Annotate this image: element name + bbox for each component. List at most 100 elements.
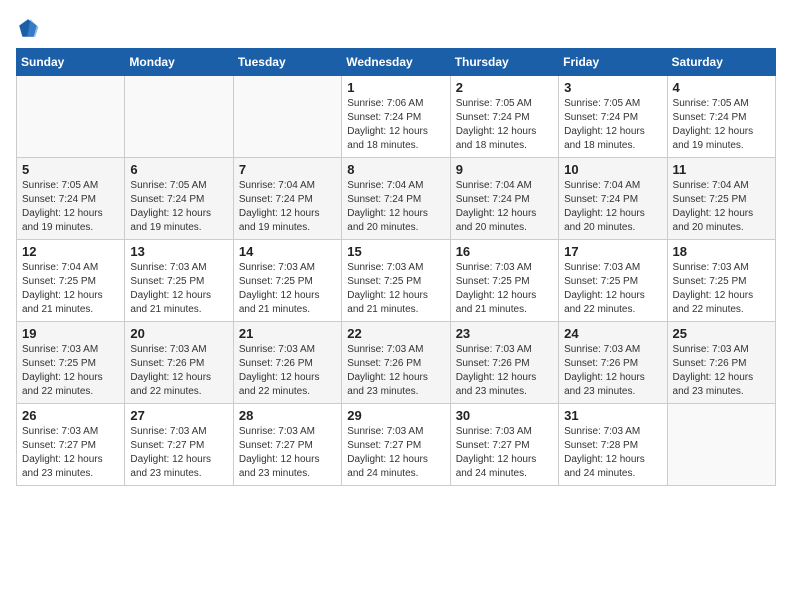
- day-number: 16: [456, 244, 553, 259]
- day-number: 12: [22, 244, 119, 259]
- day-info: Sunrise: 7:03 AM Sunset: 7:25 PM Dayligh…: [130, 261, 227, 317]
- day-number: 9: [456, 162, 553, 177]
- calendar-cell: 12Sunrise: 7:04 AM Sunset: 7:25 PM Dayli…: [17, 240, 125, 322]
- calendar-cell: 26Sunrise: 7:03 AM Sunset: 7:27 PM Dayli…: [17, 404, 125, 486]
- day-number: 22: [347, 326, 444, 341]
- day-info: Sunrise: 7:06 AM Sunset: 7:24 PM Dayligh…: [347, 97, 444, 153]
- day-info: Sunrise: 7:03 AM Sunset: 7:25 PM Dayligh…: [239, 261, 336, 317]
- day-number: 11: [673, 162, 770, 177]
- weekday-header: Wednesday: [342, 49, 450, 76]
- weekday-header: Tuesday: [233, 49, 341, 76]
- calendar-cell: 9 Sunrise: 7:04 AM Sunset: 7:24 PM Daylig…: [450, 158, 558, 240]
- day-info: Sunrise: 7:05 AM Sunset: 7:24 PM Dayligh…: [564, 97, 661, 153]
- day-info: Sunrise: 7:03 AM Sunset: 7:26 PM Dayligh…: [564, 343, 661, 399]
- calendar-cell: 25 Sunrise: 7:03 AM Sunset: 7:26 PM Dayli…: [667, 322, 775, 404]
- calendar-cell: 6 Sunrise: 7:05 AM Sunset: 7:24 PM Daylig…: [125, 158, 233, 240]
- day-number: 25: [673, 326, 770, 341]
- calendar-week-row: 1 Sunrise: 7:06 AM Sunset: 7:24 PM Daylig…: [17, 76, 776, 158]
- calendar-cell: 8Sunrise: 7:04 AM Sunset: 7:24 PM Daylig…: [342, 158, 450, 240]
- day-info: Sunrise: 7:04 AM Sunset: 7:24 PM Dayligh…: [239, 179, 336, 235]
- day-info: Sunrise: 7:05 AM Sunset: 7:24 PM Dayligh…: [22, 179, 119, 235]
- day-number: 21: [239, 326, 336, 341]
- calendar-cell: 29 Sunrise: 7:03 AM Sunset: 7:27 PM Dayli…: [342, 404, 450, 486]
- calendar-cell: 7 Sunrise: 7:04 AM Sunset: 7:24 PM Daylig…: [233, 158, 341, 240]
- day-info: Sunrise: 7:05 AM Sunset: 7:24 PM Dayligh…: [673, 97, 770, 153]
- calendar-cell: 14 Sunrise: 7:03 AM Sunset: 7:25 PM Dayli…: [233, 240, 341, 322]
- day-number: 31: [564, 408, 661, 423]
- day-info: Sunrise: 7:03 AM Sunset: 7:26 PM Dayligh…: [456, 343, 553, 399]
- day-info: Sunrise: 7:04 AM Sunset: 7:24 PM Dayligh…: [456, 179, 553, 235]
- calendar-week-row: 19Sunrise: 7:03 AM Sunset: 7:25 PM Dayli…: [17, 322, 776, 404]
- day-info: Sunrise: 7:04 AM Sunset: 7:24 PM Dayligh…: [347, 179, 444, 235]
- calendar-cell: 4 Sunrise: 7:05 AM Sunset: 7:24 PM Daylig…: [667, 76, 775, 158]
- day-info: Sunrise: 7:03 AM Sunset: 7:25 PM Dayligh…: [347, 261, 444, 317]
- day-number: 14: [239, 244, 336, 259]
- day-info: Sunrise: 7:03 AM Sunset: 7:28 PM Dayligh…: [564, 425, 661, 481]
- calendar-week-row: 26Sunrise: 7:03 AM Sunset: 7:27 PM Dayli…: [17, 404, 776, 486]
- day-info: Sunrise: 7:03 AM Sunset: 7:26 PM Dayligh…: [239, 343, 336, 399]
- weekday-header: Sunday: [17, 49, 125, 76]
- day-info: Sunrise: 7:03 AM Sunset: 7:26 PM Dayligh…: [673, 343, 770, 399]
- day-number: 17: [564, 244, 661, 259]
- calendar-cell: 17Sunrise: 7:03 AM Sunset: 7:25 PM Dayli…: [559, 240, 667, 322]
- day-number: 15: [347, 244, 444, 259]
- day-number: 24: [564, 326, 661, 341]
- calendar-cell: 30 Sunrise: 7:03 AM Sunset: 7:27 PM Dayli…: [450, 404, 558, 486]
- day-number: 13: [130, 244, 227, 259]
- day-number: 27: [130, 408, 227, 423]
- day-number: 1: [347, 80, 444, 95]
- day-info: Sunrise: 7:03 AM Sunset: 7:26 PM Dayligh…: [347, 343, 444, 399]
- day-number: 3: [564, 80, 661, 95]
- weekday-header: Thursday: [450, 49, 558, 76]
- day-info: Sunrise: 7:03 AM Sunset: 7:27 PM Dayligh…: [347, 425, 444, 481]
- calendar-cell: 11 Sunrise: 7:04 AM Sunset: 7:25 PM Dayli…: [667, 158, 775, 240]
- day-number: 7: [239, 162, 336, 177]
- logo: [16, 16, 44, 40]
- day-info: Sunrise: 7:03 AM Sunset: 7:26 PM Dayligh…: [130, 343, 227, 399]
- day-info: Sunrise: 7:03 AM Sunset: 7:27 PM Dayligh…: [239, 425, 336, 481]
- day-number: 10: [564, 162, 661, 177]
- weekday-header-row: SundayMondayTuesdayWednesdayThursdayFrid…: [17, 49, 776, 76]
- calendar-cell: 13 Sunrise: 7:03 AM Sunset: 7:25 PM Dayli…: [125, 240, 233, 322]
- day-number: 29: [347, 408, 444, 423]
- calendar-cell: 3 Sunrise: 7:05 AM Sunset: 7:24 PM Daylig…: [559, 76, 667, 158]
- calendar-cell: [17, 76, 125, 158]
- calendar-cell: [125, 76, 233, 158]
- calendar-cell: 1 Sunrise: 7:06 AM Sunset: 7:24 PM Daylig…: [342, 76, 450, 158]
- calendar-cell: 10 Sunrise: 7:04 AM Sunset: 7:24 PM Dayli…: [559, 158, 667, 240]
- calendar-cell: 31 Sunrise: 7:03 AM Sunset: 7:28 PM Dayli…: [559, 404, 667, 486]
- calendar-cell: 5Sunrise: 7:05 AM Sunset: 7:24 PM Daylig…: [17, 158, 125, 240]
- day-info: Sunrise: 7:03 AM Sunset: 7:25 PM Dayligh…: [22, 343, 119, 399]
- calendar-cell: 2 Sunrise: 7:05 AM Sunset: 7:24 PM Daylig…: [450, 76, 558, 158]
- day-number: 4: [673, 80, 770, 95]
- day-number: 2: [456, 80, 553, 95]
- logo-icon: [16, 16, 40, 40]
- calendar-cell: 27 Sunrise: 7:03 AM Sunset: 7:27 PM Dayli…: [125, 404, 233, 486]
- day-number: 18: [673, 244, 770, 259]
- day-info: Sunrise: 7:03 AM Sunset: 7:27 PM Dayligh…: [130, 425, 227, 481]
- day-info: Sunrise: 7:05 AM Sunset: 7:24 PM Dayligh…: [130, 179, 227, 235]
- calendar-cell: 20 Sunrise: 7:03 AM Sunset: 7:26 PM Dayli…: [125, 322, 233, 404]
- day-info: Sunrise: 7:04 AM Sunset: 7:24 PM Dayligh…: [564, 179, 661, 235]
- day-info: Sunrise: 7:03 AM Sunset: 7:25 PM Dayligh…: [673, 261, 770, 317]
- day-info: Sunrise: 7:03 AM Sunset: 7:27 PM Dayligh…: [456, 425, 553, 481]
- calendar-cell: 24 Sunrise: 7:03 AM Sunset: 7:26 PM Dayli…: [559, 322, 667, 404]
- calendar-cell: 18 Sunrise: 7:03 AM Sunset: 7:25 PM Dayli…: [667, 240, 775, 322]
- day-number: 20: [130, 326, 227, 341]
- day-number: 23: [456, 326, 553, 341]
- day-info: Sunrise: 7:04 AM Sunset: 7:25 PM Dayligh…: [673, 179, 770, 235]
- day-number: 6: [130, 162, 227, 177]
- calendar-week-row: 12Sunrise: 7:04 AM Sunset: 7:25 PM Dayli…: [17, 240, 776, 322]
- calendar-cell: [233, 76, 341, 158]
- day-info: Sunrise: 7:05 AM Sunset: 7:24 PM Dayligh…: [456, 97, 553, 153]
- day-number: 30: [456, 408, 553, 423]
- calendar-cell: 19Sunrise: 7:03 AM Sunset: 7:25 PM Dayli…: [17, 322, 125, 404]
- day-info: Sunrise: 7:03 AM Sunset: 7:25 PM Dayligh…: [456, 261, 553, 317]
- calendar-cell: 21 Sunrise: 7:03 AM Sunset: 7:26 PM Dayli…: [233, 322, 341, 404]
- calendar-cell: 16 Sunrise: 7:03 AM Sunset: 7:25 PM Dayli…: [450, 240, 558, 322]
- calendar-week-row: 5Sunrise: 7:05 AM Sunset: 7:24 PM Daylig…: [17, 158, 776, 240]
- calendar-cell: [667, 404, 775, 486]
- calendar-cell: 23 Sunrise: 7:03 AM Sunset: 7:26 PM Dayli…: [450, 322, 558, 404]
- weekday-header: Friday: [559, 49, 667, 76]
- weekday-header: Monday: [125, 49, 233, 76]
